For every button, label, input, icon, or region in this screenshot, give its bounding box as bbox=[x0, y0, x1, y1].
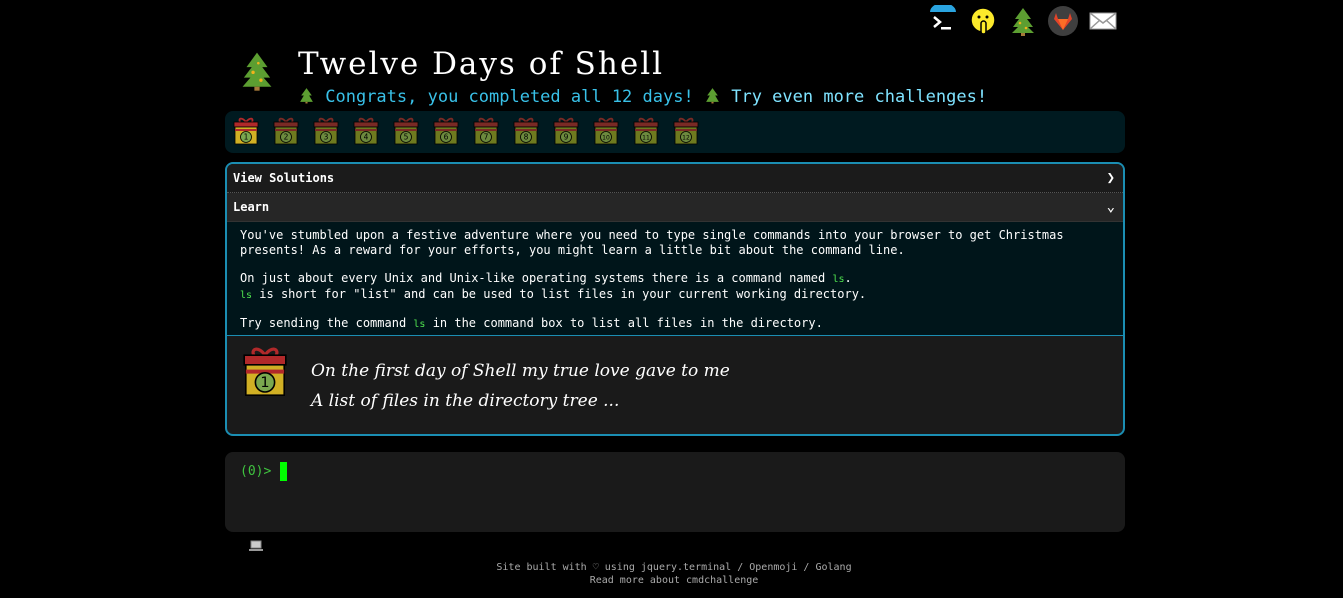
poem-line-1: On the first day of Shell my true love g… bbox=[311, 361, 730, 381]
learn-text: in the command box to list all files in … bbox=[432, 316, 823, 330]
page-title: Twelve Days of Shell bbox=[298, 46, 665, 82]
terminal-icon[interactable] bbox=[926, 4, 960, 38]
footer-read-more-link[interactable]: Read more about cmdchallenge bbox=[590, 575, 759, 586]
learn-paragraph-2: On just about every Unix and Unix-like o… bbox=[240, 271, 1109, 303]
learn-paragraph-1: You've stumbled upon a festive adventure… bbox=[240, 228, 1064, 257]
page-header: Twelve Days of Shell Congrats, you compl… bbox=[232, 46, 1132, 109]
view-solutions-label: View Solutions bbox=[233, 171, 335, 185]
gift-bar: 1 2 3 4 5 6 7 8 9 10 11 12 bbox=[225, 111, 1125, 153]
gift-number: 6 bbox=[444, 133, 449, 142]
gift-day-9[interactable]: 9 bbox=[551, 116, 581, 146]
poem-text: On the first day of Shell my true love g… bbox=[311, 356, 730, 416]
learn-text: . bbox=[844, 271, 852, 285]
poem-section: 1 On the first day of Shell my true love… bbox=[227, 336, 1123, 434]
gift-day-3[interactable]: 3 bbox=[311, 116, 341, 146]
command-terminal[interactable]: (0)> bbox=[225, 452, 1125, 532]
gift-number: 8 bbox=[524, 133, 529, 142]
gitlab-icon[interactable] bbox=[1046, 4, 1080, 38]
gift-number: 1 bbox=[260, 375, 269, 391]
gift-number: 5 bbox=[404, 133, 409, 142]
footer-credits[interactable]: Site built with ♡ using jquery.terminal … bbox=[496, 562, 851, 573]
chevron-right-icon: ❯ bbox=[1106, 170, 1115, 186]
gift-day-4[interactable]: 4 bbox=[351, 116, 381, 146]
envelope-icon[interactable] bbox=[1086, 4, 1120, 38]
gift-number: 10 bbox=[602, 135, 610, 142]
gift-number: 2 bbox=[284, 133, 289, 142]
challenge-panel: View Solutions ❯ Learn ⌄ You've stumbled… bbox=[225, 162, 1125, 436]
gift-number: 1 bbox=[244, 133, 249, 142]
christmas-tree-icon bbox=[236, 50, 278, 96]
gift-day-1[interactable]: 1 bbox=[231, 116, 261, 146]
learn-text: is short for "list" and can be used to l… bbox=[259, 287, 867, 301]
gift-icon: 1 bbox=[241, 344, 289, 404]
gift-day-5[interactable]: 5 bbox=[391, 116, 421, 146]
learn-label: Learn bbox=[233, 200, 270, 214]
gift-day-6[interactable]: 6 bbox=[431, 116, 461, 146]
christmas-tree-icon[interactable] bbox=[1006, 4, 1040, 38]
top-icon-bar bbox=[926, 4, 1120, 38]
congrats-message: Congrats, you completed all 12 days! Try… bbox=[298, 87, 987, 109]
gift-number: 7 bbox=[484, 133, 489, 142]
learn-toggle[interactable]: Learn ⌄ bbox=[227, 193, 1123, 222]
more-challenges-link[interactable]: Try even more challenges! bbox=[731, 87, 987, 107]
gift-number: 3 bbox=[324, 133, 329, 142]
view-solutions-toggle[interactable]: View Solutions ❯ bbox=[227, 164, 1123, 193]
christmas-tree-icon bbox=[704, 87, 721, 109]
gift-day-7[interactable]: 7 bbox=[471, 116, 501, 146]
poem-line-2: A list of files in the directory tree ..… bbox=[311, 391, 620, 411]
terminal-prompt: (0)> bbox=[240, 464, 272, 479]
gift-day-11[interactable]: 11 bbox=[631, 116, 661, 146]
learn-text: Try sending the command bbox=[240, 316, 407, 330]
gift-number: 11 bbox=[642, 135, 650, 142]
command-ls: ls bbox=[832, 274, 845, 285]
footer: Site built with ♡ using jquery.terminal … bbox=[0, 561, 1343, 587]
terminal-cursor[interactable] bbox=[280, 462, 287, 481]
gift-day-10[interactable]: 10 bbox=[591, 116, 621, 146]
chevron-down-icon: ⌄ bbox=[1106, 199, 1115, 215]
gift-number: 4 bbox=[364, 133, 369, 142]
learn-paragraph-3: Try sending the command ls in the comman… bbox=[240, 316, 1109, 332]
command-ls: ls bbox=[413, 319, 426, 330]
gift-day-8[interactable]: 8 bbox=[511, 116, 541, 146]
gift-day-12[interactable]: 12 bbox=[671, 116, 701, 146]
congrats-text: Congrats, you completed all 12 days! bbox=[325, 87, 694, 107]
shushing-face-icon[interactable] bbox=[966, 4, 1000, 38]
gift-day-2[interactable]: 2 bbox=[271, 116, 301, 146]
gift-number: 9 bbox=[564, 133, 569, 142]
learn-text: On just about every Unix and Unix-like o… bbox=[240, 271, 826, 285]
command-ls: ls bbox=[240, 290, 253, 301]
gift-number: 12 bbox=[682, 135, 690, 142]
christmas-tree-icon bbox=[298, 87, 315, 109]
laptop-icon[interactable] bbox=[249, 537, 263, 551]
learn-content: You've stumbled upon a festive adventure… bbox=[227, 222, 1123, 336]
